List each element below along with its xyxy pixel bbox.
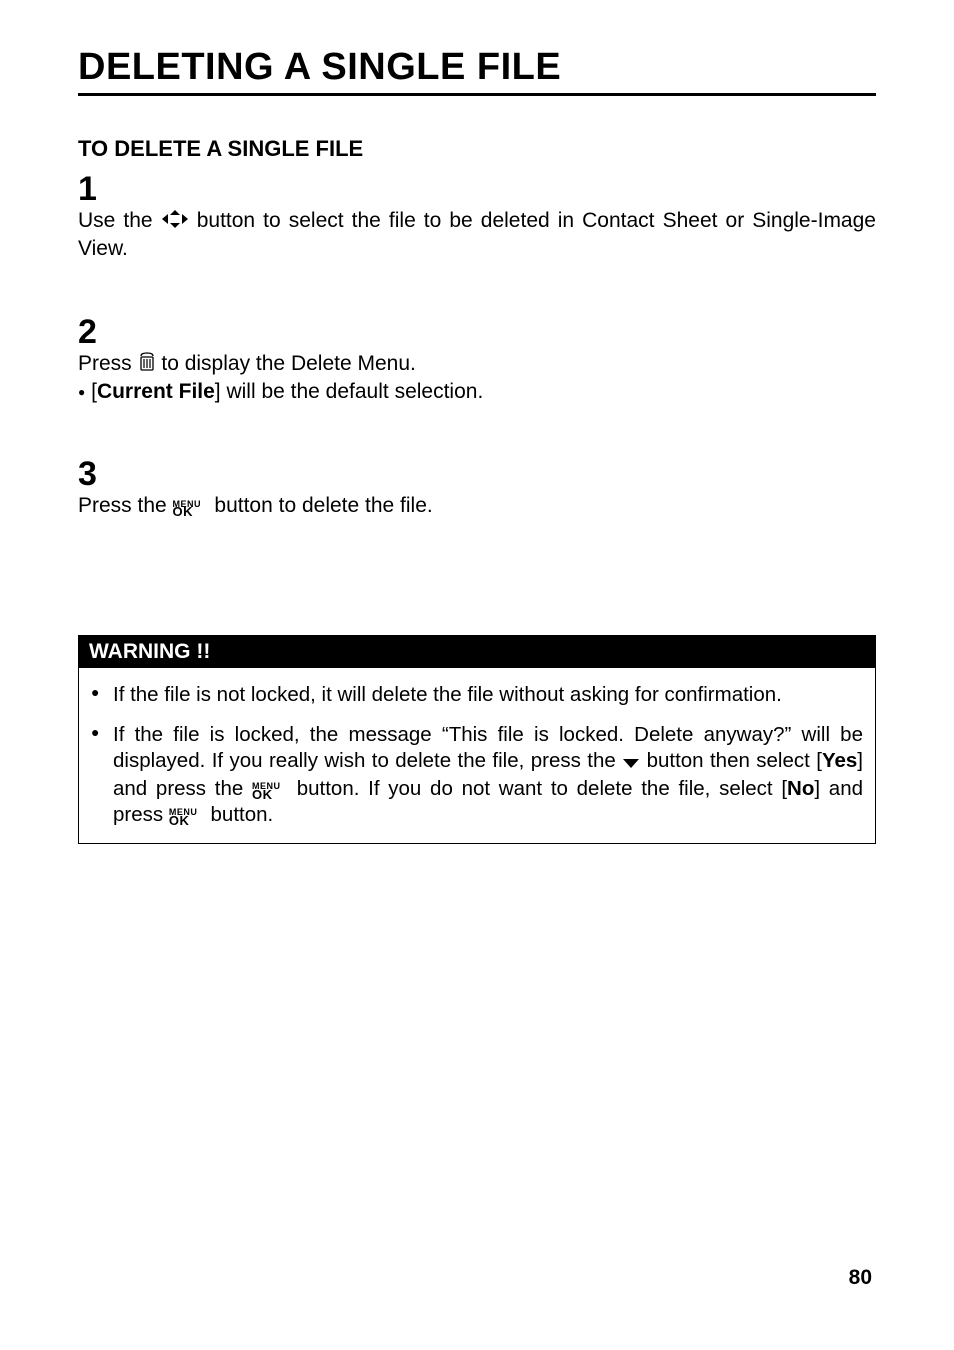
w2-t4: button. If you do not want to delete the… xyxy=(288,777,787,800)
step-3: 3 Press the MENUOK button to delete the … xyxy=(78,457,876,519)
title-rule xyxy=(78,93,876,96)
w2-t2: button then select [ xyxy=(647,749,822,772)
warning-item-2: If the file is locked, the message “This… xyxy=(91,722,863,827)
warning-title: WARNING !! xyxy=(79,636,875,668)
menu-ok-icon: MENUOK xyxy=(173,501,209,517)
section-subhead: TO DELETE A SINGLE FILE xyxy=(78,136,876,162)
step2-line1b: to display the Delete Menu. xyxy=(161,352,415,375)
step3-post: button to delete the file. xyxy=(214,494,432,517)
step1-text-post: button to select the file to be deleted … xyxy=(78,209,876,260)
down-arrow-icon xyxy=(622,750,640,776)
page-number: 80 xyxy=(849,1266,872,1290)
menu-ok-icon: MENUOK xyxy=(252,783,288,799)
step-number-1: 1 xyxy=(78,172,876,206)
warning-box: WARNING !! If the file is not locked, it… xyxy=(78,635,876,844)
dpad-icon xyxy=(161,209,189,236)
warning-item-1: If the file is not locked, it will delet… xyxy=(91,682,863,708)
step-2: 2 Press to display the Delete Menu. ● [C… xyxy=(78,315,876,406)
step-number-3: 3 xyxy=(78,457,876,491)
step-1: 1 Use the button to select the file to b… xyxy=(78,172,876,263)
step1-text-pre: Use the xyxy=(78,209,161,232)
page-title: DELETING A SINGLE FILE xyxy=(78,46,876,89)
yes-label: Yes xyxy=(822,749,857,772)
no-label: No xyxy=(787,777,814,800)
current-file-label: Current File xyxy=(97,380,215,403)
step2-line1a: Press xyxy=(78,352,138,375)
step2-line2b: ] will be the default selection. xyxy=(215,380,484,403)
step-number-2: 2 xyxy=(78,315,876,349)
trash-icon xyxy=(138,352,156,379)
menu-ok-icon: MENUOK xyxy=(169,809,205,825)
bullet-icon: ● xyxy=(78,385,85,399)
w2-t6: button. xyxy=(211,803,274,826)
step3-pre: Press the xyxy=(78,494,173,517)
warning-item-1-text: If the file is not locked, it will delet… xyxy=(113,683,782,706)
